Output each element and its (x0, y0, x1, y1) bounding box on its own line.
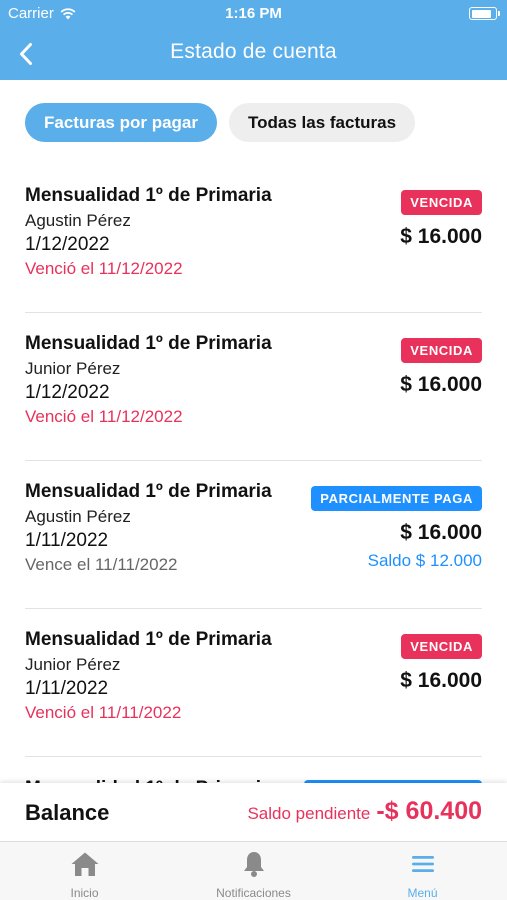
tab-label: Inicio (70, 886, 99, 900)
tab-menu[interactable]: Menú (338, 842, 507, 900)
invoice-student: Junior Pérez (25, 359, 121, 378)
invoice-item[interactable]: Mensualidad 1º de Primaria Junior Pérez … (25, 313, 482, 461)
invoice-title: Mensualidad 1º de Primaria (25, 333, 272, 354)
invoice-amount: $ 16.000 (400, 521, 482, 544)
invoice-amount: $ 16.000 (400, 669, 482, 692)
invoice-student: Agustin Pérez (25, 507, 131, 526)
invoice-amount: $ 16.000 (400, 225, 482, 248)
invoice-list: Mensualidad 1º de Primaria Agustin Pérez… (0, 165, 507, 757)
invoice-title: Mensualidad 1º de Primaria (25, 185, 272, 206)
invoice-date: 1/12/2022 (25, 234, 110, 255)
status-time: 1:16 PM (225, 5, 282, 22)
invoice-due-date: Venció el 11/11/2022 (25, 703, 182, 722)
tab-label: Menú (407, 886, 438, 900)
invoice-item[interactable]: Mensualidad 1º de Primaria Junior Pérez … (25, 609, 482, 757)
invoice-amount: $ 16.000 (400, 373, 482, 396)
invoice-student: Junior Pérez (25, 655, 121, 674)
balance-bar: Balance Saldo pendiente -$ 60.400 (0, 783, 507, 841)
tab-inicio[interactable]: Inicio (0, 842, 169, 900)
invoice-date: 1/12/2022 (25, 382, 110, 403)
invoice-item[interactable]: Mensualidad 1º de Primaria Agustin Pérez… (25, 461, 482, 609)
invoice-due-date: Venció el 11/12/2022 (25, 407, 183, 426)
segment-facturas-por-pagar[interactable]: Facturas por pagar (25, 103, 217, 142)
page-title: Estado de cuenta (170, 40, 337, 63)
invoice-due-date: Vence el 11/11/2022 (25, 555, 178, 574)
tab-notificaciones[interactable]: Notificaciones (169, 842, 338, 900)
menu-icon (411, 856, 434, 872)
segment-todas-las-facturas[interactable]: Todas las facturas (229, 103, 416, 142)
balance-caption: Saldo pendiente (247, 804, 371, 823)
status-badge: PARCIALMENTE PAGA (311, 486, 482, 511)
navigation-bar: Estado de cuenta (0, 28, 507, 80)
invoice-item[interactable]: Mensualidad 1º de Primaria Agustin Pérez… (25, 165, 482, 313)
bell-icon (243, 852, 264, 877)
home-icon (71, 852, 98, 876)
tab-bar: Inicio Notificaciones Menú (0, 841, 507, 900)
invoice-date: 1/11/2022 (25, 530, 109, 551)
status-bar: Carrier 1:16 PM (0, 0, 507, 28)
status-badge: VENCIDA (401, 190, 482, 215)
invoice-date: 1/11/2022 (25, 678, 109, 699)
status-badge: VENCIDA (401, 338, 482, 363)
tab-label: Notificaciones (216, 886, 291, 900)
battery-icon (469, 7, 500, 20)
invoice-remaining-balance: Saldo $ 12.000 (367, 551, 482, 570)
invoice-title: Mensualidad 1º de Primaria (25, 629, 272, 650)
balance-label: Balance (25, 800, 110, 825)
invoice-student: Agustin Pérez (25, 211, 131, 230)
status-badge: VENCIDA (401, 634, 482, 659)
balance-amount: -$ 60.400 (376, 797, 482, 825)
invoice-filter-segments: Facturas por pagar Todas las facturas (25, 103, 416, 142)
invoice-due-date: Venció el 11/12/2022 (25, 259, 183, 278)
invoice-title: Mensualidad 1º de Primaria (25, 481, 272, 502)
